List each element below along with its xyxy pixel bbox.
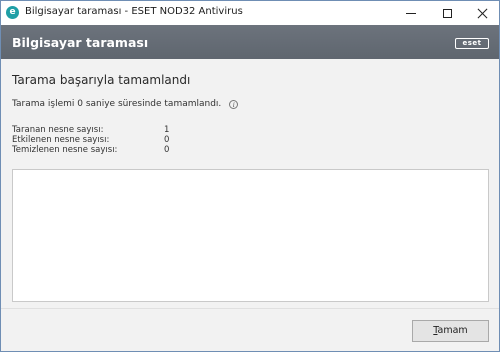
scan-window: e Bilgisayar taraması - ESET NOD32 Antiv… — [0, 0, 500, 352]
eset-logo: eset — [455, 38, 489, 49]
close-button[interactable] — [465, 1, 499, 25]
scan-summary-text: Tarama işlemi 0 saniye süresinde tamamla… — [12, 99, 222, 109]
maximize-icon — [442, 8, 452, 18]
stat-label: Etkilenen nesne sayısı: — [12, 135, 110, 145]
content-area: Tarama başarıyla tamamlandı Tarama işlem… — [1, 59, 499, 309]
footer-divider — [1, 308, 499, 309]
stat-value: 1 — [164, 125, 170, 135]
minimize-button[interactable] — [394, 1, 428, 25]
close-icon — [477, 8, 488, 19]
eset-app-icon[interactable]: e — [6, 6, 19, 19]
ok-button[interactable]: Tamam — [412, 320, 489, 342]
minimize-icon — [406, 12, 416, 14]
stat-label: Temizlenen nesne sayısı: — [12, 145, 118, 155]
maximize-button[interactable] — [430, 1, 464, 25]
window-title: Bilgisayar taraması - ESET NOD32 Antivir… — [25, 6, 243, 17]
stat-label: Taranan nesne sayısı: — [12, 125, 104, 135]
scan-log-box[interactable] — [12, 169, 489, 302]
title-bar[interactable]: e Bilgisayar taraması - ESET NOD32 Antiv… — [1, 1, 499, 25]
stat-value: 0 — [164, 135, 170, 145]
header-bar: Bilgisayar taraması eset — [1, 25, 499, 59]
stat-value: 0 — [164, 145, 170, 155]
page-title: Bilgisayar taraması — [12, 35, 149, 50]
info-icon[interactable]: i — [229, 99, 239, 109]
result-heading: Tarama başarıyla tamamlandı — [12, 73, 191, 87]
scan-summary: Tarama işlemi 0 saniye süresinde tamamla… — [12, 99, 239, 109]
ok-button-label: amam — [437, 325, 468, 336]
